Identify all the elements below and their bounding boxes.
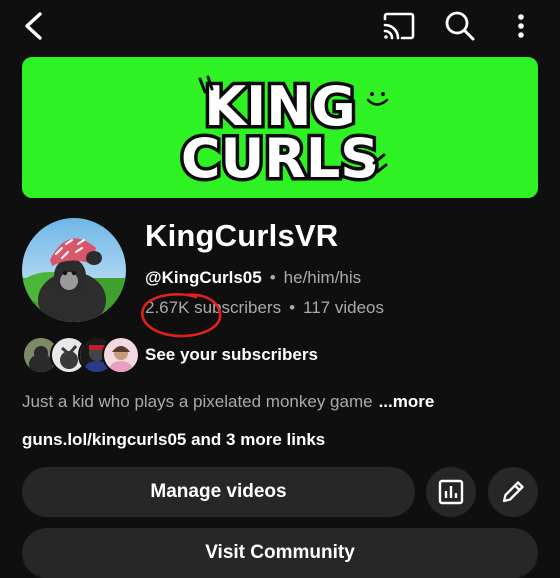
more-link[interactable]: ...more bbox=[379, 392, 435, 411]
subscriber-avatars[interactable] bbox=[22, 336, 140, 374]
description-text: Just a kid who plays a pixelated monkey … bbox=[22, 392, 373, 411]
analytics-button[interactable] bbox=[426, 467, 476, 517]
video-count: 117 videos bbox=[303, 298, 384, 317]
channel-name: KingCurlsVR bbox=[145, 218, 339, 253]
channel-description[interactable]: Just a kid who plays a pixelated monkey … bbox=[22, 392, 434, 412]
banner-logo: KING CURLS bbox=[177, 72, 389, 194]
more-vertical-icon[interactable] bbox=[508, 8, 534, 44]
avatar[interactable] bbox=[22, 218, 126, 322]
handle-line: @KingCurls05 • he/him/his bbox=[145, 268, 361, 288]
cast-icon[interactable] bbox=[380, 8, 418, 44]
visit-community-button[interactable]: Visit Community bbox=[22, 528, 538, 578]
red-circle-annotation bbox=[141, 293, 222, 338]
analytics-icon bbox=[438, 479, 464, 505]
channel-links[interactable]: guns.lol/kingcurls05 and 3 more links bbox=[22, 430, 325, 450]
banner-text-curls: CURLS bbox=[181, 127, 379, 190]
search-icon[interactable] bbox=[442, 8, 478, 44]
separator: • bbox=[289, 298, 296, 317]
subscriber-avatar bbox=[102, 336, 140, 374]
top-app-bar bbox=[0, 0, 560, 52]
edit-pencil-icon bbox=[502, 481, 524, 503]
channel-banner: KING CURLS bbox=[22, 57, 538, 198]
pronouns: he/him/his bbox=[283, 268, 362, 287]
separator: • bbox=[269, 268, 276, 287]
smile-icon bbox=[366, 92, 389, 106]
manage-videos-button[interactable]: Manage videos bbox=[22, 467, 415, 517]
channel-handle[interactable]: @KingCurls05 bbox=[145, 268, 262, 287]
edit-button[interactable] bbox=[488, 467, 538, 517]
see-subscribers-link[interactable]: See your subscribers bbox=[145, 345, 318, 365]
back-arrow-icon[interactable] bbox=[16, 6, 50, 46]
